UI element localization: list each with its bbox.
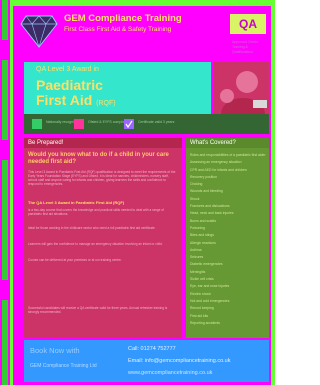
book-now-company: GEM Compliance Training Ltd — [30, 363, 97, 369]
covered-item: Burns and scalds — [190, 218, 217, 223]
covered-item: Eye, ear and nose injuries — [190, 284, 230, 289]
hero-title-line1: Paediatric — [36, 77, 103, 93]
covered-item: Electric shock — [190, 291, 211, 296]
covered-item: Bites and stings — [190, 233, 214, 238]
hero-subtitle: QA Level 3 Award in — [36, 66, 99, 73]
diamond-logo-icon — [20, 15, 58, 48]
covered-item: Sickle cell crisis — [190, 277, 214, 282]
covered-item: Asthma — [190, 247, 202, 252]
hero-title: Paediatric First Aid (RQF) — [36, 78, 116, 111]
bullet-1: Ideal for those working in the childcare… — [28, 226, 156, 230]
contact-email[interactable]: Email: info@gemcompliancetraining.co.uk — [128, 358, 231, 364]
covered-item: Diabetic emergencies — [190, 262, 223, 267]
certificate-icon — [32, 119, 42, 129]
feature-text-2: Ofsted & EYFS compliant — [88, 120, 128, 124]
covered-item: Allergic reactions — [190, 240, 216, 245]
brand-name: GEM Compliance Training — [64, 13, 182, 24]
left-edge-strip — [0, 0, 10, 385]
side-heading: What's Covered? — [186, 138, 269, 148]
bullet-3: Course can be delivered at your premises… — [28, 258, 122, 262]
course-description: is a two-day course that covers the know… — [28, 208, 164, 216]
covered-item: Assessing an emergency situation — [190, 160, 242, 165]
child-photo-icon — [213, 62, 269, 122]
contact-phone[interactable]: Call: 01274 752777 — [128, 346, 176, 352]
qa-logo: QA — [230, 14, 266, 34]
hero-photo — [213, 62, 269, 122]
covered-item: First aid kits — [190, 313, 209, 318]
covered-item: Meningitis — [190, 269, 206, 274]
covered-item: Wounds and bleeding — [190, 189, 223, 194]
book-now-button[interactable]: Book Now with — [30, 346, 80, 355]
course-title-bold: The QA Level 3 Award in Paediatric First… — [28, 200, 125, 205]
bullet-2: Learners will gain the confidence to man… — [28, 242, 163, 246]
check-icon — [124, 119, 134, 129]
hero-code: (RQF) — [96, 100, 116, 107]
shield-icon — [74, 119, 84, 129]
feature-strip: Nationally recognised Ofsted & EYFS comp… — [24, 114, 269, 134]
covered-item: Record keeping — [190, 306, 214, 311]
covered-item: Recovery position — [190, 174, 217, 179]
side-panel: What's Covered? Roles and responsibiliti… — [186, 138, 269, 338]
closing-paragraph: Successful candidates will receive a QA … — [28, 306, 168, 314]
flyer-page: GEM Compliance Training First Class Firs… — [0, 0, 275, 385]
covered-item: Hot and cold emergencies — [190, 298, 230, 303]
qa-caption: Approved Centre Training & Qualification… — [232, 40, 259, 54]
covered-item: CPR and AED for infants and children — [190, 167, 247, 172]
website-link[interactable]: www.gemcompliancetraining.co.uk — [128, 370, 212, 376]
main-heading: Be Prepared! — [24, 138, 182, 148]
covered-item: Choking — [190, 182, 203, 187]
covered-item: Roles and responsibilities of a paediatr… — [190, 153, 266, 157]
main-panel: Be Prepared! Would you know what to do i… — [24, 138, 182, 338]
covered-item: Head, neck and back injuries — [190, 211, 234, 216]
main-question: Would you know what to do if a child in … — [28, 152, 169, 165]
covered-item: Poisoning — [190, 225, 205, 230]
hero-title-line2: First Aid — [36, 92, 93, 108]
covered-item: Reporting accidents — [190, 320, 220, 325]
covered-item: Shock — [190, 196, 200, 201]
covered-list: Roles and responsibilities of a paediatr… — [190, 152, 266, 327]
brand-tagline: First Class First Aid & Safety Training — [64, 26, 172, 33]
covered-item: Fractures and dislocations — [190, 204, 230, 209]
feature-text-3: Certificate valid 3 years — [138, 120, 175, 124]
covered-item: Seizures — [190, 255, 204, 260]
intro-paragraph: This Level 3 Award in Paediatric First A… — [28, 170, 176, 186]
